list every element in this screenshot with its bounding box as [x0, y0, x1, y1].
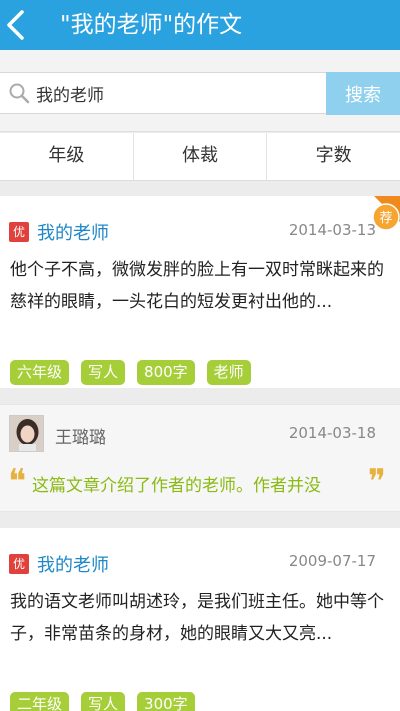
essay-card[interactable]: 优 我的老师 2014-03-13 荐 他个子不高，微微发胖的脸上有一双时常眯起…	[0, 196, 400, 388]
open-quote-icon: ❝	[8, 462, 27, 502]
tag-list: 二年级 写人 300字	[10, 692, 195, 711]
search-input[interactable]	[36, 73, 324, 113]
app-header: "我的老师"的作文	[0, 0, 400, 50]
comment-item[interactable]: 王璐璐 2014-03-18 ❝ 这篇文章介绍了作者的老师。作者并没 ❞	[0, 404, 400, 512]
recommended-label: 荐	[379, 211, 392, 226]
tag-word-count[interactable]: 800字	[137, 360, 195, 385]
essay-title[interactable]: 我的老师	[37, 219, 109, 245]
comment-date: 2014-03-18	[288, 424, 376, 442]
excellent-badge: 优	[9, 554, 29, 574]
commenter-name: 王璐璐	[55, 428, 106, 448]
essay-excerpt: 我的语文老师叫胡述玲，是我们班主任。她中等个子，非常苗条的身材，她的眼睛又大又亮…	[10, 592, 384, 644]
essay-date: 2009-07-17	[288, 552, 376, 570]
recommended-ribbon-icon: 荐	[372, 196, 400, 231]
essay-excerpt: 他个子不高，微微发胖的脸上有一双时常眯起来的慈祥的眼睛，一头花白的短发更衬出他的…	[10, 260, 384, 312]
essay-title[interactable]: 我的老师	[37, 551, 109, 577]
essay-date: 2014-03-13	[288, 221, 376, 239]
essay-card[interactable]: 优 我的老师 2009-07-17 我的语文老师叫胡述玲，是我们班主任。她中等个…	[0, 528, 400, 711]
tag-topic[interactable]: 老师	[206, 360, 251, 385]
avatar-image-icon	[10, 416, 43, 451]
search-bar: 搜索	[0, 50, 400, 132]
tag-word-count[interactable]: 300字	[137, 692, 195, 711]
tag-list: 六年级 写人 800字 老师	[10, 360, 251, 385]
back-arrow-icon[interactable]	[2, 8, 30, 42]
comment-text: 这篇文章介绍了作者的老师。作者并没	[32, 476, 321, 496]
filter-genre[interactable]: 体裁	[134, 133, 268, 180]
filter-word-count[interactable]: 字数	[267, 133, 400, 180]
tag-grade[interactable]: 六年级	[10, 360, 70, 385]
tag-genre[interactable]: 写人	[81, 360, 126, 385]
excellent-badge: 优	[9, 222, 29, 242]
tag-grade[interactable]: 二年级	[10, 692, 70, 711]
search-button[interactable]: 搜索	[326, 72, 400, 115]
filter-grade[interactable]: 年级	[0, 133, 134, 180]
page-title: "我的老师"的作文	[60, 12, 243, 38]
close-quote-icon: ❞	[367, 462, 386, 502]
avatar	[9, 415, 44, 452]
search-box: 搜索	[0, 72, 400, 115]
filter-bar: 年级 体裁 字数	[0, 133, 400, 181]
tag-genre[interactable]: 写人	[81, 692, 126, 711]
search-icon	[9, 83, 30, 104]
